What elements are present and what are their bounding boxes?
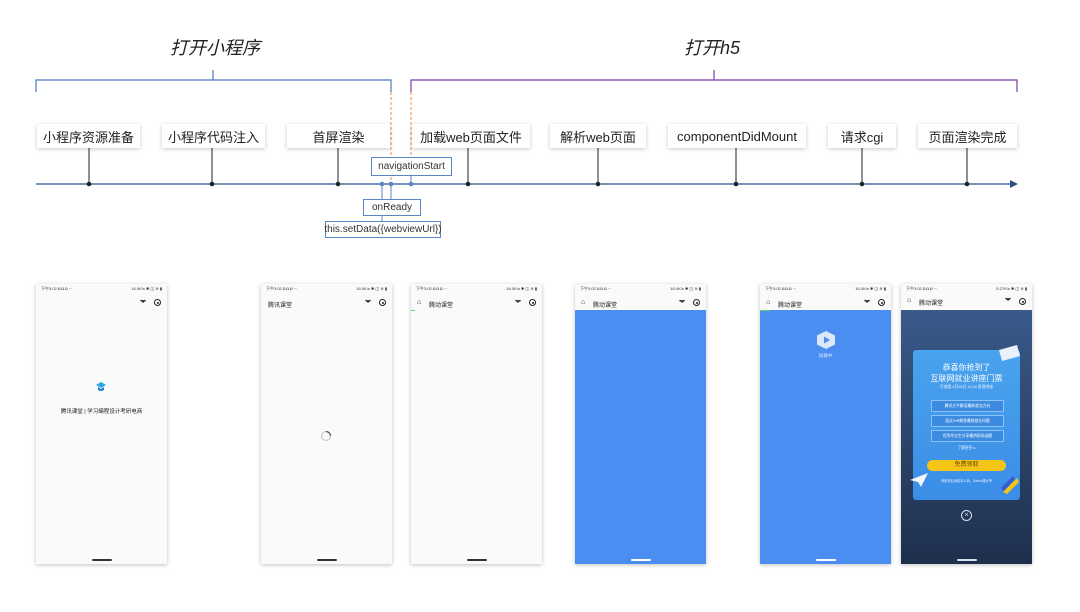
paper-plane-icon bbox=[910, 473, 928, 487]
more-icon[interactable]: •●• bbox=[679, 299, 685, 305]
event-set-data: this.setData({webviewUrl}) bbox=[324, 221, 442, 238]
close-icon[interactable] bbox=[878, 299, 885, 306]
status-bar: 下午3:02 ◘ ◘ ◘ ··· 16.0K/s ✱ ◫ ≋ ▮ bbox=[416, 286, 537, 291]
status-bar: 下午3:02 ◘ ◘ ◘ ··· 16.0K/s ✱ ◫ ≋ ▮ bbox=[580, 286, 701, 291]
more-icon[interactable]: •●• bbox=[140, 299, 146, 305]
phone-loading: 下午3:02 ◘ ◘ ◘ ··· 16.0K/s ✱ ◫ ≋ ▮ 腾讯课堂 •●… bbox=[261, 284, 392, 564]
nav-bar: ⌂ 腾动课堂 •●• bbox=[901, 293, 1032, 310]
popup-option-2[interactable]: 面试/HR解答最热就业问题 bbox=[931, 415, 1004, 427]
bracket-h5 bbox=[410, 70, 1018, 92]
popup-card: 恭喜你抢到了 互联网就业讲座门票 可收看 4月28日 14:30 直播讲座 腾讯… bbox=[910, 345, 1020, 500]
nav-title: 腾动课堂 bbox=[593, 303, 618, 309]
nav-title: 腾动课堂 bbox=[429, 303, 454, 309]
status-bar: 下午3:02 ◘ ◘ ◘ ··· 16.0K/s ✱ ◫ ≋ ▮ bbox=[765, 286, 886, 291]
close-icon[interactable] bbox=[1019, 298, 1026, 305]
nav-title: 腾动课堂 bbox=[778, 303, 803, 309]
loading-text: 加载中 bbox=[818, 353, 833, 358]
stage-load-web-file: 加载web页面文件 bbox=[412, 124, 530, 148]
more-icon[interactable]: •●• bbox=[864, 299, 870, 305]
close-icon[interactable] bbox=[693, 299, 700, 306]
bracket-mini-program bbox=[35, 70, 392, 92]
home-icon[interactable]: ⌂ bbox=[766, 299, 770, 306]
home-icon[interactable]: ⌂ bbox=[581, 299, 585, 306]
stage-parse-web: 解析web页面 bbox=[550, 124, 646, 148]
progress-bar bbox=[411, 310, 415, 311]
home-indicator bbox=[466, 559, 487, 561]
app-logo-icon bbox=[96, 382, 106, 391]
page-background bbox=[575, 310, 706, 564]
stage-ticks bbox=[88, 148, 968, 184]
home-indicator bbox=[91, 559, 112, 561]
popup-title-1: 恭喜你抢到了 bbox=[942, 363, 991, 372]
close-icon[interactable] bbox=[154, 299, 161, 306]
more-icon[interactable]: •●• bbox=[1005, 297, 1011, 303]
phone-webview-loading: 下午3:02 ◘ ◘ ◘ ··· 16.0K/s ✱ ◫ ≋ ▮ ⌂ 腾动课堂 … bbox=[760, 284, 891, 564]
stage-render-complete: 页面渲染完成 bbox=[918, 124, 1017, 148]
stripe-decor-icon bbox=[1001, 476, 1019, 494]
close-icon[interactable] bbox=[529, 299, 536, 306]
stage-first-render: 首屏渲染 bbox=[287, 124, 390, 148]
popup-option-3[interactable]: 优秀毕业生分享最热职场选题 bbox=[931, 430, 1004, 442]
phone-webview-blank: 下午3:02 ◘ ◘ ◘ ··· 16.0K/s ✱ ◫ ≋ ▮ ⌂ 腾动课堂 … bbox=[411, 284, 542, 564]
stage-code-inject: 小程序代码注入 bbox=[162, 124, 265, 148]
stage-resource-prepare: 小程序资源准备 bbox=[37, 124, 140, 148]
event-navigation-start: navigationStart bbox=[371, 157, 452, 176]
home-icon[interactable]: ⌂ bbox=[907, 297, 911, 304]
spinner-icon bbox=[320, 430, 332, 442]
play-logo-icon bbox=[817, 331, 835, 349]
popup-close-icon[interactable]: × bbox=[961, 510, 972, 521]
progress-bar bbox=[760, 310, 770, 311]
splash-text: 腾讯课堂 | 学习编程设计考研电商 bbox=[60, 409, 143, 415]
nav-bar: ⌂ 腾动课堂 •●• bbox=[411, 297, 542, 310]
nav-bar: 腾讯课堂 •●• bbox=[261, 297, 392, 310]
home-indicator bbox=[630, 559, 651, 561]
home-indicator bbox=[815, 559, 836, 561]
home-indicator bbox=[956, 559, 977, 561]
status-bar: 下午3:02 ◘ ◘ ◘ ··· 16.0K/s ✱ ◫ ≋ ▮ bbox=[266, 286, 387, 291]
popup-subtitle: 可收看 4月28日 14:30 直播讲座 bbox=[939, 385, 994, 389]
stage-component-did-mount: componentDidMount bbox=[668, 124, 806, 148]
home-icon[interactable]: ⌂ bbox=[417, 299, 421, 306]
phone-webview-blue: 下午3:02 ◘ ◘ ◘ ··· 16.0K/s ✱ ◫ ≋ ▮ ⌂ 腾动课堂 … bbox=[575, 284, 706, 564]
stage-request-cgi: 请求cgi bbox=[828, 124, 896, 148]
status-bar: 下午3:02 ◘ ◘ ◘ ··· 16.0K/s ✱ ◫ ≋ ▮ bbox=[41, 286, 162, 291]
more-icon[interactable]: •●• bbox=[515, 299, 521, 305]
nav-title: 腾讯课堂 bbox=[268, 303, 293, 309]
close-icon[interactable] bbox=[379, 299, 386, 306]
popup-title-2: 互联网就业讲座门票 bbox=[930, 374, 1003, 383]
nav-title: 腾动课堂 bbox=[919, 301, 944, 307]
status-bar: 下午3:02 ◘ ◘ ◘ ··· 5.27K/s ✱ ◫ ≋ ▮ bbox=[901, 284, 1032, 293]
ticket-decor-icon bbox=[999, 345, 1020, 361]
popup-option-1[interactable]: 腾讯大牛解读最新就业方向 bbox=[931, 400, 1004, 412]
home-indicator bbox=[316, 559, 337, 561]
nav-bar: •●• bbox=[36, 297, 167, 310]
claim-button[interactable]: 免费领取 bbox=[927, 460, 1006, 471]
nav-bar: ⌂ 腾动课堂 •●• bbox=[575, 297, 706, 310]
timeline-arrow bbox=[1010, 180, 1018, 188]
event-on-ready: onReady bbox=[363, 199, 421, 216]
phone-popup: 下午3:02 ◘ ◘ ◘ ··· 5.27K/s ✱ ◫ ≋ ▮ ⌂ 腾动课堂 … bbox=[901, 284, 1032, 564]
popup-more-link[interactable]: 了解更多 ▸ bbox=[913, 445, 1020, 451]
nav-bar: ⌂ 腾动课堂 •●• bbox=[760, 297, 891, 310]
more-icon[interactable]: •●• bbox=[365, 299, 371, 305]
phone-splash: 下午3:02 ◘ ◘ ◘ ··· 16.0K/s ✱ ◫ ≋ ▮ •●• 腾讯课… bbox=[36, 284, 167, 564]
